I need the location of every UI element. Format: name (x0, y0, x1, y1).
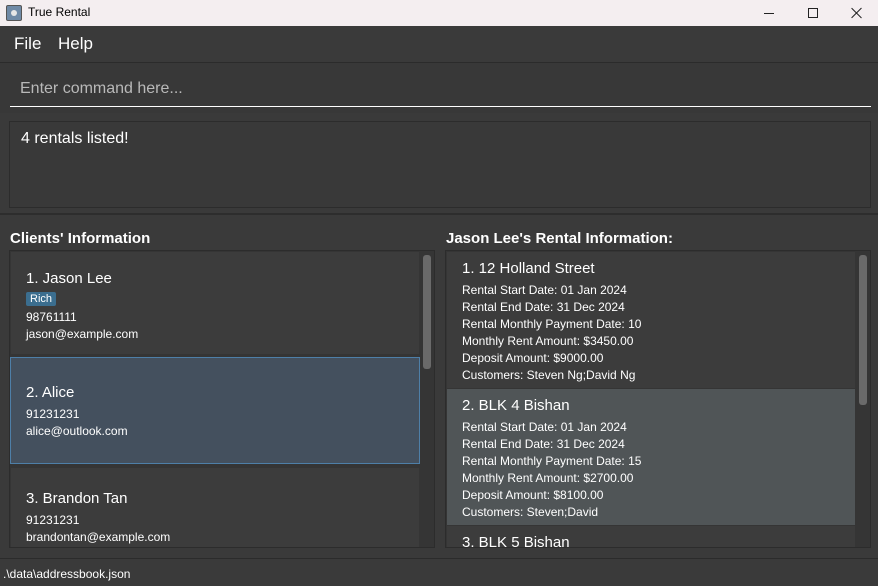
rental-deposit: Deposit Amount: $8100.00 (462, 488, 604, 502)
maximize-button[interactable] (790, 0, 836, 26)
rental-panel-title: Jason Lee's Rental Information: (446, 230, 673, 247)
rental-rent-amount: Monthly Rent Amount: $2700.00 (462, 471, 634, 485)
menu-help[interactable]: Help (58, 34, 93, 54)
rental-address: 3. BLK 5 Bishan (462, 534, 570, 548)
client-tag: Rich (26, 292, 57, 306)
rental-card[interactable]: 3. BLK 5 Bishan (447, 526, 855, 548)
rental-end-date: Rental End Date: 31 Dec 2024 (462, 300, 625, 314)
window-title: True Rental (28, 5, 91, 19)
client-card-selected[interactable]: 2. Alice 91231231 alice@outlook.com (10, 357, 420, 464)
rental-payment-date: Rental Monthly Payment Date: 10 (462, 317, 642, 331)
client-phone: 91231231 (26, 513, 80, 527)
client-email: brandontan@example.com (26, 530, 171, 544)
divider (0, 213, 878, 215)
client-name: 2. Alice (26, 384, 75, 401)
rentals-list[interactable]: 1. 12 Holland Street Rental Start Date: … (445, 250, 871, 548)
minimize-icon (764, 12, 774, 14)
command-input[interactable] (10, 71, 871, 107)
close-icon (851, 7, 863, 19)
client-email: jason@example.com (26, 327, 139, 341)
rental-deposit: Deposit Amount: $9000.00 (462, 351, 604, 365)
rental-card[interactable]: 1. 12 Holland Street Rental Start Date: … (447, 252, 855, 388)
menu-bar: File Help (0, 26, 878, 63)
rentals-scrollbar[interactable] (859, 255, 867, 405)
rental-customers: Customers: Steven;David (462, 505, 599, 519)
rental-start-date: Rental Start Date: 01 Jan 2024 (462, 420, 627, 434)
client-phone: 91231231 (26, 407, 80, 421)
client-email: alice@outlook.com (26, 424, 128, 438)
rental-address: 1. 12 Holland Street (462, 260, 595, 277)
clients-list[interactable]: 1. Jason Lee Rich 98761111 jason@example… (9, 250, 435, 548)
result-display: 4 rentals listed! (9, 121, 871, 208)
client-name: 1. Jason Lee (26, 270, 112, 287)
clients-panel-title: Clients' Information (10, 230, 151, 247)
command-box (0, 63, 878, 113)
close-button[interactable] (834, 0, 878, 26)
client-card[interactable]: 3. Brandon Tan 91231231 brandontan@examp… (11, 468, 419, 547)
data-file-path: .\data\addressbook.json (3, 567, 131, 581)
client-name: 3. Brandon Tan (26, 490, 128, 507)
client-card[interactable]: 1. Jason Lee Rich 98761111 jason@example… (11, 252, 419, 354)
rental-payment-date: Rental Monthly Payment Date: 15 (462, 454, 642, 468)
rental-card[interactable]: 2. BLK 4 Bishan Rental Start Date: 01 Ja… (447, 389, 855, 525)
rental-end-date: Rental End Date: 31 Dec 2024 (462, 437, 625, 451)
app-icon (6, 5, 22, 21)
menu-file[interactable]: File (14, 34, 41, 54)
client-phone: 98761111 (26, 310, 77, 324)
result-message: 4 rentals listed! (21, 130, 129, 147)
clients-scrollbar[interactable] (423, 255, 431, 369)
maximize-icon (808, 8, 818, 18)
status-bar: .\data\addressbook.json (0, 558, 878, 586)
rental-address: 2. BLK 4 Bishan (462, 397, 570, 414)
minimize-button[interactable] (746, 0, 792, 26)
rental-customers: Customers: Steven Ng;David Ng (462, 368, 636, 382)
rental-start-date: Rental Start Date: 01 Jan 2024 (462, 283, 627, 297)
rental-rent-amount: Monthly Rent Amount: $3450.00 (462, 334, 634, 348)
title-bar: True Rental (0, 0, 878, 26)
